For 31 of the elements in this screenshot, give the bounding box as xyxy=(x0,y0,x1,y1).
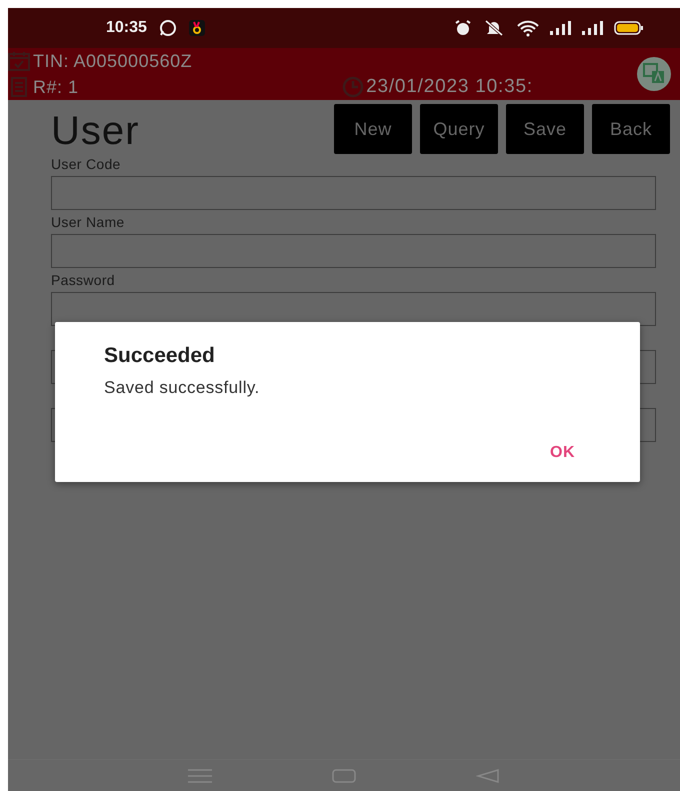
clock-icon xyxy=(342,76,364,98)
input-field[interactable] xyxy=(51,234,656,268)
home-icon[interactable] xyxy=(332,768,356,782)
dialog-title: Succeeded xyxy=(104,344,216,368)
ok-button[interactable]: OK xyxy=(550,444,575,462)
dialog-message: Saved successfully. xyxy=(104,378,261,398)
calendar-icon xyxy=(8,51,30,71)
field-label: Password xyxy=(51,272,116,290)
toolbar-button[interactable]: Back xyxy=(592,104,670,154)
translate-icon[interactable] xyxy=(636,56,672,92)
back-icon[interactable] xyxy=(476,768,500,782)
input-field[interactable] xyxy=(51,176,656,210)
alarm-icon xyxy=(454,19,472,37)
receipt-icon xyxy=(8,77,30,97)
date-time: 23/01/2023 10:35: xyxy=(366,76,533,98)
wifi-icon xyxy=(516,19,540,37)
toolbar-button[interactable]: Query xyxy=(420,104,498,154)
tin-text: TIN: A005000560Z xyxy=(33,50,192,72)
app-icon xyxy=(188,20,205,36)
field-label: User Name xyxy=(51,214,126,232)
chat-icon xyxy=(158,19,177,37)
page-title: User xyxy=(51,108,140,154)
status-time: 10:35 xyxy=(106,19,147,37)
field-label: User Code xyxy=(51,156,122,174)
menu-icon[interactable] xyxy=(188,768,212,782)
receipt-number: R#: 1 xyxy=(33,76,79,98)
battery-icon xyxy=(614,21,644,35)
toolbar-button[interactable]: Save xyxy=(506,104,584,154)
toolbar-button[interactable]: New xyxy=(334,104,412,154)
signal-icon xyxy=(582,21,604,35)
signal-icon xyxy=(550,21,572,35)
